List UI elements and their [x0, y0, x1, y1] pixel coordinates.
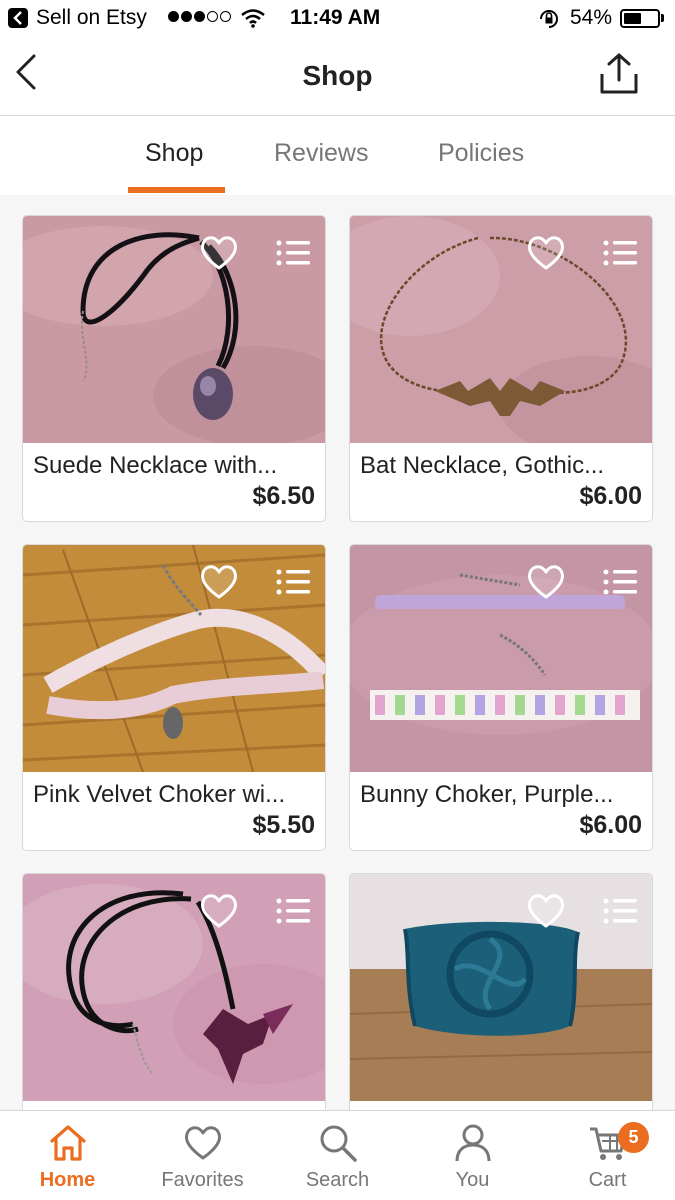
status-bar: Sell on Etsy 11:49 AM 54% — [0, 0, 675, 38]
return-app-name[interactable]: Sell on Etsy — [36, 6, 147, 30]
wifi-icon — [240, 8, 266, 34]
battery-tip — [661, 14, 664, 22]
listing-title[interactable]: Bunny Choker, Purple... — [360, 781, 644, 809]
orientation-lock-icon — [538, 8, 560, 36]
clock: 11:49 AM — [290, 6, 381, 29]
tab-cart[interactable]: Cart — [540, 1111, 675, 1200]
user-icon — [453, 1123, 493, 1163]
tab-label: Search — [305, 1169, 370, 1191]
listing-grid: Suede Necklace with... $6.50 Bat Necklac… — [0, 195, 675, 1180]
add-to-list-icon[interactable] — [602, 896, 638, 926]
tab-label: You — [455, 1169, 490, 1191]
listing-card[interactable]: Bat Necklace, Gothic... $6.00 — [349, 215, 653, 522]
home-icon — [48, 1123, 88, 1163]
tab-you[interactable]: You — [405, 1111, 540, 1200]
favorite-heart-icon[interactable] — [526, 234, 566, 272]
active-tab-indicator — [128, 187, 225, 193]
tab-label: Home — [39, 1169, 96, 1191]
add-to-list-icon[interactable] — [275, 896, 311, 926]
battery-icon — [620, 9, 660, 28]
cart-count-badge: 5 — [618, 1122, 649, 1153]
tab-home[interactable]: Home — [0, 1111, 135, 1200]
listing-price: $5.50 — [252, 811, 315, 839]
add-to-list-icon[interactable] — [275, 238, 311, 268]
favorite-heart-icon[interactable] — [199, 563, 239, 601]
shop-screen: Sell on Etsy 11:49 AM 54% Shop Shop Revi… — [0, 0, 675, 1200]
listing-title[interactable]: Bat Necklace, Gothic... — [360, 452, 644, 480]
add-to-list-icon[interactable] — [602, 238, 638, 268]
share-icon[interactable] — [598, 52, 640, 96]
add-to-list-icon[interactable] — [275, 567, 311, 597]
back-to-app-icon[interactable] — [8, 8, 28, 28]
battery-level — [624, 13, 641, 24]
page-title: Shop — [302, 60, 373, 91]
search-icon — [318, 1123, 358, 1163]
listing-price: $6.00 — [579, 482, 642, 510]
tab-shop[interactable]: Shop — [145, 139, 203, 168]
signal-icon — [168, 11, 231, 22]
listing-title[interactable]: Suede Necklace with... — [33, 452, 317, 480]
favorite-heart-icon[interactable] — [526, 563, 566, 601]
tab-search[interactable]: Search — [270, 1111, 405, 1200]
bottom-tab-bar: Home Favorites Search You Cart — [0, 1110, 675, 1200]
tab-label: Favorites — [161, 1169, 244, 1191]
listing-price: $6.00 — [579, 811, 642, 839]
battery-percent: 54% — [570, 6, 613, 29]
listing-card[interactable]: Suede Necklace with... $6.50 — [22, 215, 326, 522]
favorite-heart-icon[interactable] — [526, 892, 566, 930]
favorite-heart-icon[interactable] — [199, 892, 239, 930]
add-to-list-icon[interactable] — [602, 567, 638, 597]
listing-title[interactable]: Pink Velvet Choker wi... — [33, 781, 317, 809]
tab-reviews[interactable]: Reviews — [274, 139, 368, 168]
listing-price: $6.50 — [252, 482, 315, 510]
navigation-bar: Shop — [0, 38, 675, 116]
tab-policies[interactable]: Policies — [438, 139, 524, 168]
listing-card[interactable]: Bunny Choker, Purple... $6.00 — [349, 544, 653, 851]
tab-label: Cart — [588, 1169, 627, 1191]
listing-card[interactable]: Pink Velvet Choker wi... $5.50 — [22, 544, 326, 851]
tab-favorites[interactable]: Favorites — [135, 1111, 270, 1200]
favorite-heart-icon[interactable] — [199, 234, 239, 272]
shop-tabs: Shop Reviews Policies — [0, 117, 675, 195]
heart-icon — [183, 1123, 223, 1163]
